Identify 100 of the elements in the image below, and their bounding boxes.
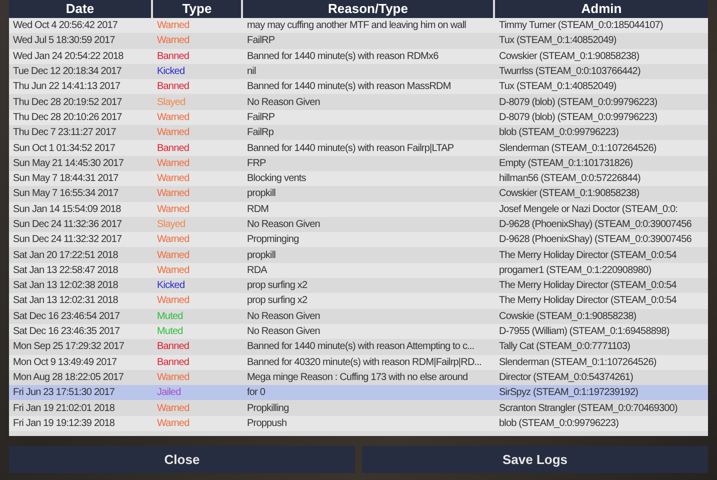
reason-cell-text: Banned for 40320 minute(s) with reason RDM|Failrp|RD... xyxy=(246,356,482,368)
date-cell-text: Thu Dec 7 23:11:27 2017 xyxy=(12,127,116,138)
reason-cell-text: Banned for 1440 minute(s) with reason Failrp|LTAP xyxy=(246,142,454,154)
admin-cell-text: Slenderman (STEAM_0:1:107264526) xyxy=(498,142,656,154)
log-row[interactable]: Sun Dec 24 11:32:32 2017 Warned Propminging D-9628 (PhoenixShay) (STEAM_0:0:39007456 xyxy=(9,232,708,248)
date-cell-text: Mon Sep 25 17:29:32 2017 xyxy=(12,341,124,352)
log-row[interactable]: Fri Jun 23 17:51:30 2017 Jailed for 0 SirSpyz (STEAM_0:1:197239192) xyxy=(9,385,708,400)
admin-cell-text: SirSpyz (STEAM_0:1:197239192) xyxy=(498,387,638,398)
type-cell-text: Banned xyxy=(156,50,190,62)
reason-cell-text: prop surfing x2 xyxy=(246,280,308,292)
type-cell-text: Warned xyxy=(156,35,190,46)
admin-cell-text: The Merry Holiday Director (STEAM_0:0:54 xyxy=(498,295,676,306)
log-row[interactable]: Sun May 7 18:44:31 2017 Warned Blocking vents hillman56 (STEAM_0:0:57226844) xyxy=(9,170,708,186)
reason-cell-text: FailRp xyxy=(246,127,274,138)
date-cell-text: Sun Jan 14 15:54:09 2018 xyxy=(12,204,121,215)
admin-cell-text: Empty (STEAM_0:1:101731826) xyxy=(498,158,633,169)
reason-cell-text: Blocking vents xyxy=(246,173,306,184)
date-cell-text: Tue Dec 12 20:18:34 2017 xyxy=(12,66,122,78)
log-row[interactable]: Sat Dec 16 23:46:35 2017 Muted No Reason Given D-7955 (William) (STEAM_0:1:69458898) xyxy=(9,324,708,340)
date-cell-text: Sat Jan 13 12:02:38 2018 xyxy=(12,280,118,292)
date-cell-text: Sun May 21 14:45:30 2017 xyxy=(12,158,124,169)
reason-cell-text: Banned for 1440 minute(s) with reason RDMx6 xyxy=(246,50,438,62)
date-cell-text: Mon Oct 9 13:49:49 2017 xyxy=(12,356,117,368)
reason-cell-text: No Reason Given xyxy=(246,219,320,230)
date-cell-text: Sun Dec 24 11:32:36 2017 xyxy=(12,219,122,230)
log-row[interactable]: Fri Jan 19 19:12:39 2018 Warned Proppush blob (STEAM_0:0:99796223) xyxy=(9,416,708,432)
log-row[interactable]: Sat Jan 13 12:02:38 2018 Kicked prop surfing x2 The Merry Holiday Director (STEAM_0:0:54 xyxy=(9,278,708,294)
reason-cell-text: No Reason Given xyxy=(246,326,320,338)
date-cell-text: Fri Jan 19 21:02:01 2018 xyxy=(12,402,115,414)
admin-cell-text: blob (STEAM_0:0:99796223) xyxy=(498,418,619,429)
date-cell-text: Sun Dec 24 11:32:32 2017 xyxy=(12,234,122,246)
log-row[interactable]: Thu Dec 28 20:10:26 2017 Warned FailRP D-8079 (blob) (STEAM_0:0:99796223) xyxy=(9,110,708,126)
reason-cell-text: prop surfing x2 xyxy=(246,295,308,306)
reason-cell-text: propkill xyxy=(246,188,276,200)
reason-cell-text: FRP xyxy=(246,158,266,169)
log-row[interactable]: Thu Jun 22 14:41:13 2017 Banned Banned for 1440 minute(s) with reason MassRDM Tux (STEAM_0:1:40852049) xyxy=(9,79,708,94)
log-row[interactable]: Sat Dec 16 23:46:54 2017 Muted No Reason Given Cowskie (STEAM_0:1:90858238) xyxy=(9,308,708,324)
column-header: Admin xyxy=(580,0,623,18)
date-cell-text: Fri Jun 23 17:51:30 2017 xyxy=(12,387,115,398)
reason-cell-text: may may cuffing another MTF and leaving him on wall xyxy=(246,20,466,32)
reason-cell-text: Propminging xyxy=(246,234,299,246)
log-row[interactable]: Wed Oct 4 20:56:42 2017 Warned may may cuffing another MTF and leaving him on wall Timmy Turner (STEAM_0:0:185044107) xyxy=(9,18,708,34)
admin-cell-text: Cowskier (STEAM_0:1:90858238) xyxy=(498,50,640,62)
admin-cell-text: D-9628 (PhoenixShay) (STEAM_0:0:39007456 xyxy=(498,234,692,246)
type-cell-text: Jailed xyxy=(156,387,181,398)
type-cell-text: Kicked xyxy=(156,66,185,78)
type-cell-text: Warned xyxy=(156,188,190,200)
reason-cell-text: propkill xyxy=(246,250,276,261)
admin-cell-text: Twurrlss (STEAM_0:0:103766442) xyxy=(498,66,640,78)
type-cell-text: Warned xyxy=(156,295,190,306)
date-cell-text: Sat Dec 16 23:46:35 2017 xyxy=(12,326,120,338)
admin-cell-text: Tux (STEAM_0:1:40852049) xyxy=(498,35,616,46)
admin-cell-text: Cowskie (STEAM_0:1:90858238) xyxy=(498,310,636,322)
date-cell-text: Sat Jan 13 12:02:31 2018 xyxy=(12,295,118,306)
date-cell-text: Wed Jul 5 18:30:59 2017 xyxy=(12,35,115,46)
reason-cell-text: for 0 xyxy=(246,387,266,398)
log-row[interactable]: Sun Jan 14 15:54:09 2018 Warned RDM Josef Mengele or Nazi Doctor (STEAM_0:0: xyxy=(9,202,708,217)
date-cell-text: Sat Dec 16 23:46:54 2017 xyxy=(12,310,120,322)
type-cell-text: Muted xyxy=(156,310,183,322)
type-cell-text: Warned xyxy=(156,20,190,32)
admin-cell-text: Josef Mengele or Nazi Doctor (STEAM_0:0: xyxy=(498,204,678,215)
log-row[interactable]: Mon Oct 9 13:49:49 2017 Banned Banned for 40320 minute(s) with reason RDM|Failrp|RD... Slenderman (STEAM_0:1:107264526) xyxy=(9,354,708,370)
admin-cell-text: Slenderman (STEAM_0:1:107264526) xyxy=(498,356,656,368)
log-row[interactable]: Sun May 21 14:45:30 2017 Warned FRP Empty (STEAM_0:1:101731826) xyxy=(9,156,708,171)
admin-cell-text: Tally Cat (STEAM_0:0:7771103) xyxy=(498,341,630,352)
log-row[interactable]: Sun Oct 1 01:34:52 2017 Banned Banned for 1440 minute(s) with reason Failrp|LTAP Slenderman (STEAM_0:1:107264526) xyxy=(9,140,708,156)
type-cell-text: Warned xyxy=(156,402,190,414)
admin-cell-text: D-8079 (blob) (STEAM_0:0:99796223) xyxy=(498,112,658,123)
reason-cell-text: RDM xyxy=(246,204,269,215)
reason-cell-text: Banned for 1440 minute(s) with reason Attempting to c... xyxy=(246,341,474,352)
reason-cell-text: RDA xyxy=(246,264,267,276)
log-row[interactable]: Thu Dec 7 23:11:27 2017 Warned FailRp blob (STEAM_0:0:99796223) xyxy=(9,125,708,140)
admin-cell-text: Tux (STEAM_0:1:40852049) xyxy=(498,81,616,92)
close-button[interactable]: Close xyxy=(9,446,355,473)
reason-cell-text: No Reason Given xyxy=(246,310,320,322)
admin-cell-text: D-8079 (blob) (STEAM_0:0:99796223) xyxy=(498,96,658,108)
reason-cell-text: Proppush xyxy=(246,418,287,429)
save-logs-button[interactable]: Save Logs xyxy=(362,446,708,473)
type-cell-text: Banned xyxy=(156,341,190,352)
type-cell-text: Warned xyxy=(156,158,190,169)
date-cell-text: Sat Jan 20 17:22:51 2018 xyxy=(12,250,118,261)
reason-cell-text: FailRP xyxy=(246,35,275,46)
date-cell-text: Thu Dec 28 20:19:52 2017 xyxy=(12,96,122,108)
date-cell-text: Fri Jan 19 19:12:39 2018 xyxy=(12,418,115,429)
date-cell-text: Sun Oct 1 01:34:52 2017 xyxy=(12,142,115,154)
log-row[interactable]: Wed Jan 24 20:54:22 2018 Banned Banned for 1440 minute(s) with reason RDMx6 Cowskier (STEAM_0:1:90858238) xyxy=(9,48,708,64)
date-cell-text: Thu Dec 28 20:10:26 2017 xyxy=(12,112,122,123)
log-row[interactable]: Sat Jan 13 12:02:31 2018 Warned prop surfing x2 The Merry Holiday Director (STEAM_0:0:54 xyxy=(9,293,708,309)
admin-cell-text: Director (STEAM_0:0:54374261) xyxy=(498,372,634,383)
type-cell-text: Banned xyxy=(156,356,190,368)
admin-cell-text: D-9628 (PhoenixShay) (STEAM_0:0:39007456 xyxy=(498,219,692,230)
type-cell-text: Warned xyxy=(156,372,190,383)
type-cell-text: Warned xyxy=(156,112,190,123)
admin-cell-text: The Merry Holiday Director (STEAM_0:0:54 xyxy=(498,280,676,292)
date-cell-text: Wed Oct 4 20:56:42 2017 xyxy=(12,20,118,32)
type-cell-text: Warned xyxy=(156,173,190,184)
log-row[interactable]: Sat Jan 13 22:58:47 2018 Warned RDA progamer1 (STEAM_0:1:220908980) xyxy=(9,262,708,278)
date-cell-text: Thu Jun 22 14:41:13 2017 xyxy=(12,81,120,92)
admin-cell-text: Scranton Strangler (STEAM_0:0:70469300) xyxy=(498,402,678,414)
reason-cell-text: FailRP xyxy=(246,112,275,123)
